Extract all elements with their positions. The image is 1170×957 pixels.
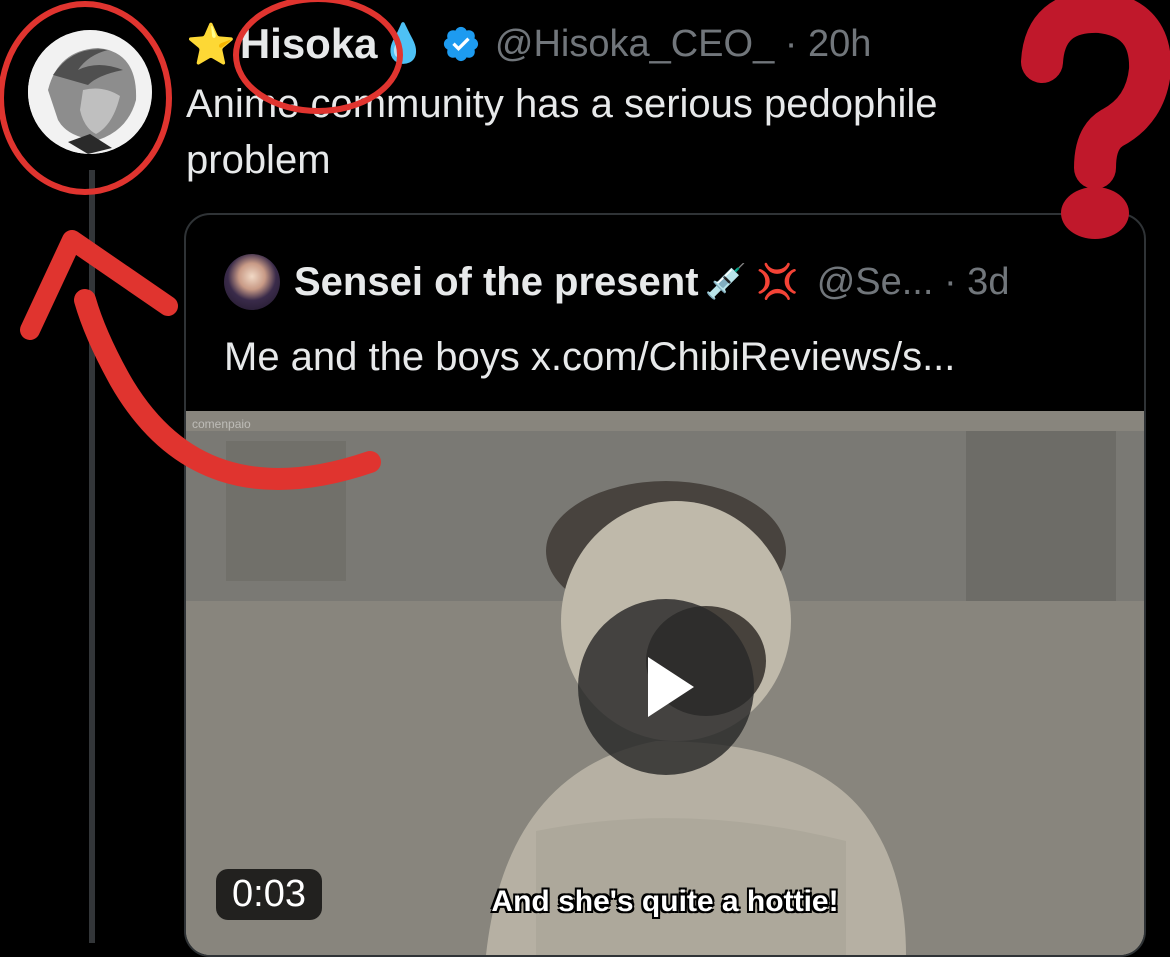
quoted-tweet-text: Me and the boys x.com/ChibiReviews/s... [224,335,956,379]
video-subtitle: And she's quite a hottie! [491,885,839,918]
droplet-emoji: 💧 [379,23,427,65]
verified-badge-icon [443,26,478,62]
quoted-author-emoji: 💉 💢 [704,263,799,301]
quoted-author-display-name[interactable]: Sensei of the present [294,260,699,305]
quoted-tweet-header: Sensei of the present 💉 💢 @Se... · 3d [224,253,1009,311]
star-emoji: ⭐ [186,22,236,67]
author-handle-time[interactable]: @Hisoka_CEO_ · 20h [495,23,872,66]
author-display-name[interactable]: Hisoka [240,20,378,68]
thread-line [89,170,95,943]
play-icon [648,657,694,717]
play-button[interactable] [578,599,754,775]
tweet-header: ⭐ Hisoka 💧 @Hisoka_CEO_ · 20h [186,16,871,72]
avatar-image [28,30,152,154]
video-watermark: comenpaio [192,417,251,431]
arrow-head-annotation [20,230,178,340]
quoted-author-handle-time[interactable]: @Se... · 3d [817,261,1010,304]
quoted-tweet-card[interactable]: Sensei of the present 💉 💢 @Se... · 3d Me… [184,213,1146,957]
tweet-text: Anime community has a serious pedophile … [186,82,938,182]
quoted-author-avatar[interactable] [224,254,280,310]
author-avatar[interactable] [28,30,152,154]
video-player[interactable]: comenpaio 0:03 And she's quite a hottie! [186,411,1144,955]
